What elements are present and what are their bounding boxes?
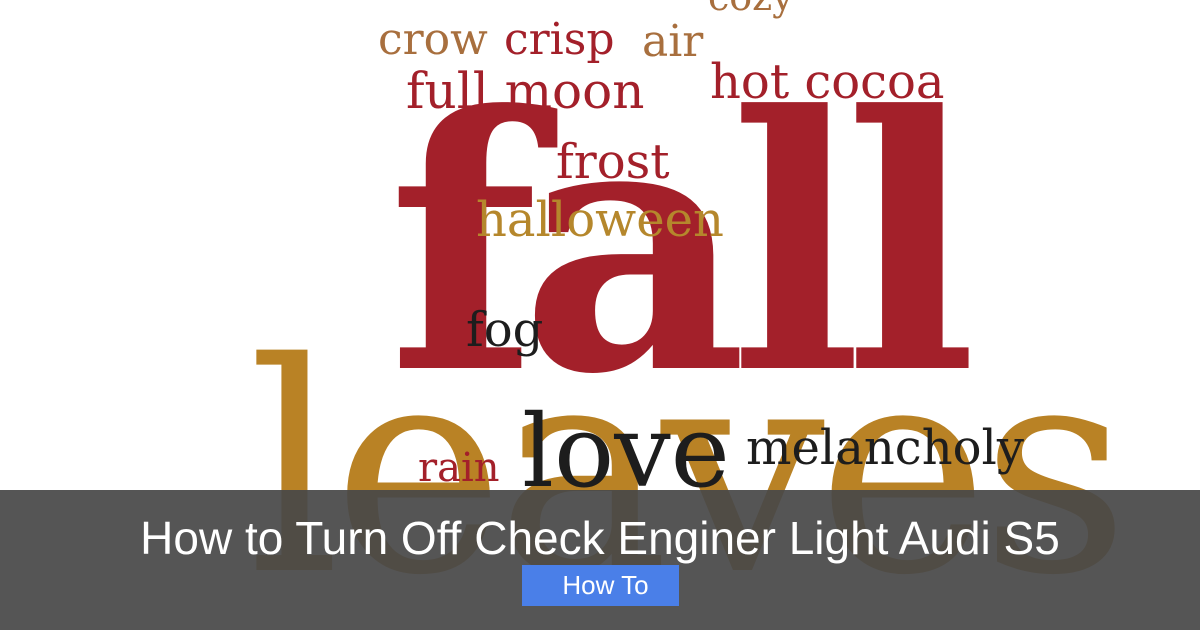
category-label: How To [562,570,649,600]
word-love: love [522,393,730,510]
word-rain: rain [418,445,500,491]
word-frost: frost [556,134,670,190]
word-melancholy: melancholy [746,420,1024,476]
word-cozy: cozy [708,0,794,16]
page-title: How to Turn Off Check Enginer Light Audi… [140,512,1060,564]
category-button[interactable]: How To [522,565,679,606]
word-halloween: halloween [476,192,724,248]
